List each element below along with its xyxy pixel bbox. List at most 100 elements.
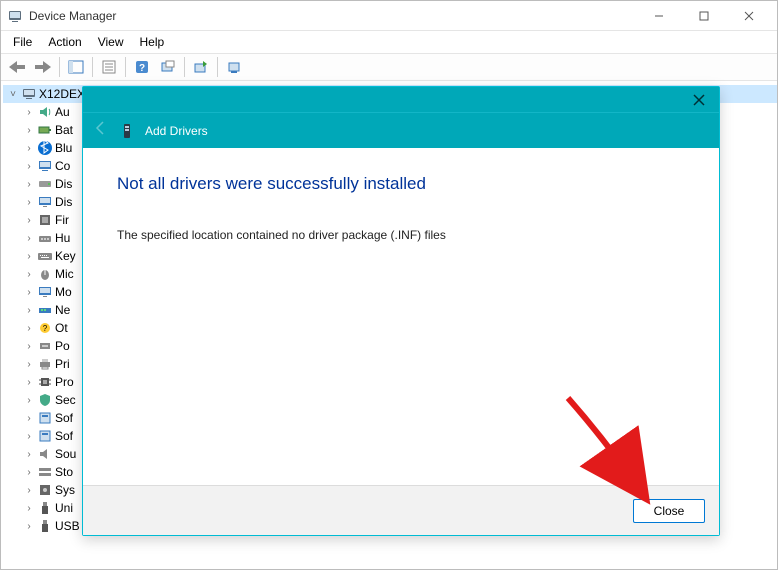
expand-icon[interactable]: ›	[23, 287, 35, 298]
properties-button[interactable]	[97, 55, 121, 79]
driver-icon	[119, 123, 135, 139]
tree-item-label: Mic	[55, 267, 74, 281]
tree-item-label: Bat	[55, 123, 73, 137]
menu-file[interactable]: File	[5, 33, 40, 51]
expand-icon[interactable]: ›	[23, 215, 35, 226]
tree-item-label: Fir	[55, 213, 69, 227]
update-driver-button[interactable]	[189, 55, 213, 79]
dialog-message: The specified location contained no driv…	[117, 228, 685, 242]
expand-icon[interactable]: ›	[23, 251, 35, 262]
expand-icon[interactable]: ›	[23, 413, 35, 424]
scan-button[interactable]	[156, 55, 180, 79]
tree-item-label: Pro	[55, 375, 74, 389]
svg-text:?: ?	[139, 63, 145, 74]
system-icon	[37, 482, 53, 498]
back-arrow-icon[interactable]	[93, 120, 109, 141]
sound-icon	[37, 446, 53, 462]
tree-item-label: Hu	[55, 231, 70, 245]
tree-item-label: Sof	[55, 411, 73, 425]
toolbar: ?	[1, 53, 777, 81]
expand-icon[interactable]: ›	[23, 323, 35, 334]
dialog-header-label: Add Drivers	[145, 124, 208, 138]
collapse-icon[interactable]: ˅	[7, 89, 19, 100]
expand-icon[interactable]: ›	[23, 503, 35, 514]
dialog-footer: Close	[83, 485, 719, 535]
storage-icon	[37, 464, 53, 480]
expand-icon[interactable]: ›	[23, 467, 35, 478]
tree-item-label: Ot	[55, 321, 68, 335]
other-icon: ?	[37, 320, 53, 336]
expand-icon[interactable]: ›	[23, 269, 35, 280]
expand-icon[interactable]: ›	[23, 341, 35, 352]
expand-icon[interactable]: ›	[23, 197, 35, 208]
hid-icon	[37, 230, 53, 246]
bluetooth-icon	[37, 140, 53, 156]
add-driver-button[interactable]	[222, 55, 246, 79]
tree-item-label: Sto	[55, 465, 73, 479]
expand-icon[interactable]: ›	[23, 359, 35, 370]
dialog-titlebar	[83, 87, 719, 112]
processor-icon	[37, 374, 53, 390]
expand-icon[interactable]: ›	[23, 233, 35, 244]
expand-icon[interactable]: ›	[23, 143, 35, 154]
expand-icon[interactable]: ›	[23, 521, 35, 532]
tree-item-label: Po	[55, 339, 70, 353]
software-icon	[37, 428, 53, 444]
firmware-icon	[37, 212, 53, 228]
usb-icon	[37, 518, 53, 534]
printer-icon	[37, 356, 53, 372]
expand-icon[interactable]: ›	[23, 107, 35, 118]
expand-icon[interactable]: ›	[23, 179, 35, 190]
close-button-label: Close	[654, 504, 685, 518]
tree-item-label: Sec	[55, 393, 76, 407]
expand-icon[interactable]: ›	[23, 125, 35, 136]
software-icon	[37, 410, 53, 426]
help-button[interactable]: ?	[130, 55, 154, 79]
add-drivers-dialog: Add Drivers Not all drivers were success…	[82, 86, 720, 536]
computer-icon	[37, 158, 53, 174]
expand-icon[interactable]: ›	[23, 449, 35, 460]
expand-icon[interactable]: ›	[23, 305, 35, 316]
tree-item-label: Sof	[55, 429, 73, 443]
menu-view[interactable]: View	[90, 33, 132, 51]
usb-icon	[37, 500, 53, 516]
tree-item-label: USB	[55, 519, 80, 533]
menu-help[interactable]: Help	[132, 33, 173, 51]
dialog-close-button[interactable]: Close	[633, 499, 705, 523]
tree-item-label: Mo	[55, 285, 72, 299]
svg-text:?: ?	[43, 324, 48, 333]
mouse-icon	[37, 266, 53, 282]
menu-action[interactable]: Action	[40, 33, 89, 51]
back-button[interactable]	[5, 55, 29, 79]
close-button[interactable]	[726, 1, 771, 31]
battery-icon	[37, 122, 53, 138]
tree-item-label: Sys	[55, 483, 75, 497]
expand-icon[interactable]: ›	[23, 485, 35, 496]
disk-icon	[37, 176, 53, 192]
menubar: File Action View Help	[1, 31, 777, 53]
forward-button[interactable]	[31, 55, 55, 79]
app-icon	[7, 8, 23, 24]
speaker-icon	[37, 104, 53, 120]
expand-icon[interactable]: ›	[23, 161, 35, 172]
tree-item-label: Co	[55, 159, 70, 173]
titlebar: Device Manager	[1, 1, 777, 31]
dialog-close-x[interactable]	[687, 90, 711, 110]
expand-icon[interactable]: ›	[23, 377, 35, 388]
security-icon	[37, 392, 53, 408]
window-title: Device Manager	[29, 9, 116, 23]
tree-root-label: X12DEX	[39, 87, 85, 101]
dialog-headline: Not all drivers were successfully instal…	[117, 174, 685, 194]
maximize-button[interactable]	[681, 1, 726, 31]
keyboard-icon	[37, 248, 53, 264]
minimize-button[interactable]	[636, 1, 681, 31]
show-hide-tree-button[interactable]	[64, 55, 88, 79]
dialog-header: Add Drivers	[83, 112, 719, 148]
expand-icon[interactable]: ›	[23, 395, 35, 406]
expand-icon[interactable]: ›	[23, 431, 35, 442]
tree-item-label: Dis	[55, 195, 72, 209]
computer-icon	[21, 86, 37, 102]
tree-item-label: Au	[55, 105, 70, 119]
tree-item-label: Dis	[55, 177, 72, 191]
port-icon	[37, 338, 53, 354]
